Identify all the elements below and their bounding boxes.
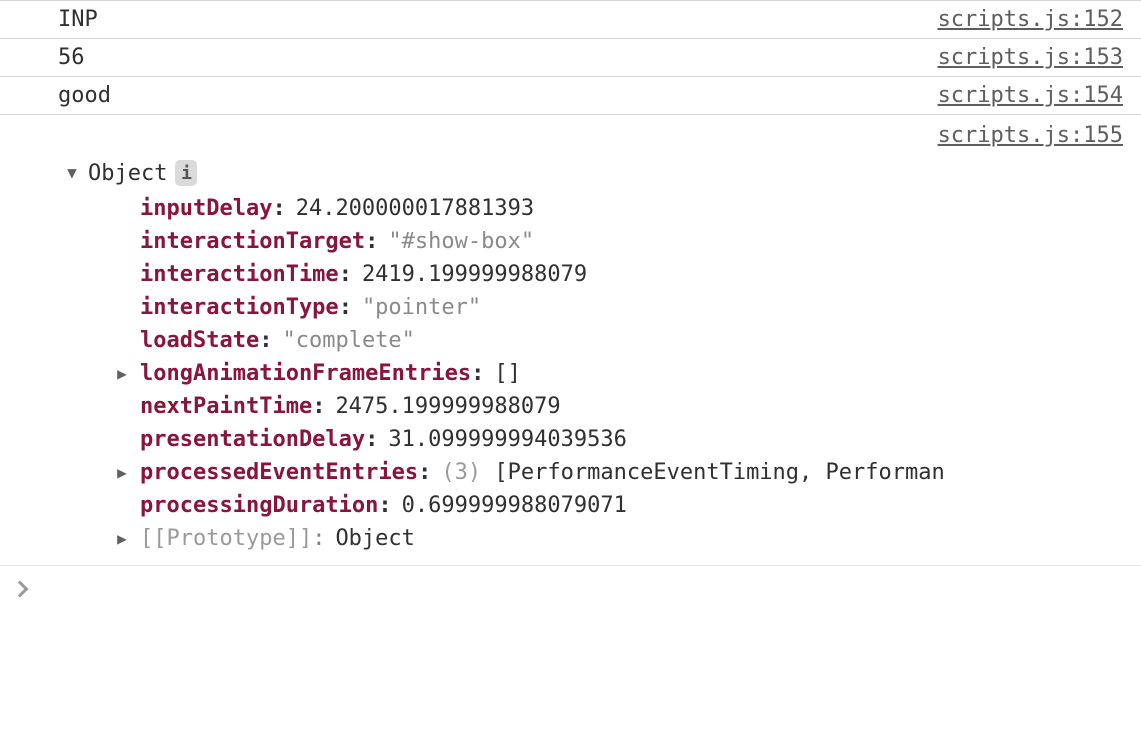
console-message: INP — [58, 7, 98, 32]
disclosure-triangle-right-icon[interactable] — [114, 364, 130, 383]
property-value: [PerformanceEventTiming, Performan — [494, 460, 944, 485]
property-value: 31.099999994039536 — [388, 427, 626, 452]
object-property[interactable]: interactionType: "pointer" — [114, 291, 1123, 324]
console-object-row: scripts.js:155 Object i inputDelay: 24.2… — [0, 115, 1141, 566]
property-value: 2419.199999988079 — [362, 262, 587, 287]
object-property[interactable]: [[Prototype]]: Object — [114, 522, 1123, 555]
console-panel: INP scripts.js:152 56 scripts.js:153 goo… — [0, 0, 1141, 615]
property-key: longAnimationFrameEntries — [140, 361, 471, 386]
object-header[interactable]: Object i — [64, 160, 1123, 186]
console-row[interactable]: 56 scripts.js:153 — [0, 39, 1141, 77]
property-key: interactionTarget — [140, 229, 365, 254]
object-property[interactable]: nextPaintTime: 2475.199999988079 — [114, 390, 1123, 423]
property-key: nextPaintTime — [140, 394, 312, 419]
property-key: inputDelay — [140, 196, 272, 221]
source-link[interactable]: scripts.js:154 — [922, 83, 1123, 108]
info-icon[interactable]: i — [175, 160, 197, 186]
disclosure-triangle-down-icon[interactable] — [64, 163, 80, 182]
object-label: Object — [88, 161, 167, 186]
object-property[interactable]: processingDuration: 0.699999988079071 — [114, 489, 1123, 522]
source-link[interactable]: scripts.js:152 — [922, 7, 1123, 32]
property-value: 24.200000017881393 — [296, 196, 534, 221]
property-key: interactionTime — [140, 262, 339, 287]
array-count: (3) — [441, 460, 481, 485]
console-prompt[interactable] — [0, 566, 1141, 615]
object-property[interactable]: loadState: "complete" — [114, 324, 1123, 357]
disclosure-triangle-right-icon[interactable] — [114, 529, 130, 548]
property-value: "#show-box" — [388, 229, 534, 254]
console-message: good — [58, 83, 111, 108]
source-link[interactable]: scripts.js:155 — [922, 123, 1123, 148]
disclosure-triangle-right-icon[interactable] — [114, 463, 130, 482]
object-property[interactable]: longAnimationFrameEntries: [] — [114, 357, 1123, 390]
property-key: presentationDelay — [140, 427, 365, 452]
property-value: 0.699999988079071 — [402, 493, 627, 518]
property-value: 2475.199999988079 — [335, 394, 560, 419]
console-message: 56 — [58, 45, 85, 70]
object-property[interactable]: interactionTarget: "#show-box" — [114, 225, 1123, 258]
property-key: loadState — [140, 328, 259, 353]
console-row[interactable]: good scripts.js:154 — [0, 77, 1141, 115]
property-value: "complete" — [282, 328, 414, 353]
property-value: Object — [335, 526, 414, 551]
object-properties: inputDelay: 24.200000017881393 interacti… — [114, 192, 1123, 555]
object-property[interactable]: processedEventEntries: (3) [PerformanceE… — [114, 456, 1123, 489]
object-property[interactable]: interactionTime: 2419.199999988079 — [114, 258, 1123, 291]
property-value: "pointer" — [362, 295, 481, 320]
object-property[interactable]: presentationDelay: 31.099999994039536 — [114, 423, 1123, 456]
source-link[interactable]: scripts.js:153 — [922, 45, 1123, 70]
property-key: [[Prototype]] — [140, 526, 312, 551]
chevron-right-icon — [12, 581, 29, 598]
property-key: processedEventEntries — [140, 460, 418, 485]
property-key: interactionType — [140, 295, 339, 320]
property-key: processingDuration — [140, 493, 378, 518]
object-property[interactable]: inputDelay: 24.200000017881393 — [114, 192, 1123, 225]
property-value: [] — [494, 361, 521, 386]
console-row[interactable]: INP scripts.js:152 — [0, 0, 1141, 39]
